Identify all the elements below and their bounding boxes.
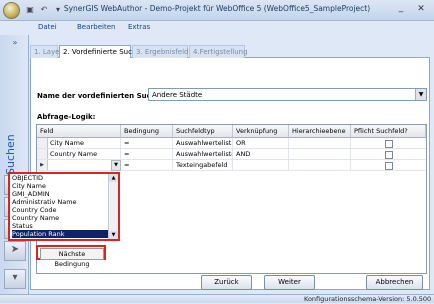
next-button[interactable]: Weiter [264,275,315,290]
list-item[interactable]: OBJECTID [12,174,110,182]
search-name-label: Name der vordefinierten Suche: [37,92,164,100]
table-row[interactable]: Country Name = Auswahlwerteliste AND [37,149,426,160]
back-button[interactable]: Zurück [201,275,252,290]
cell-hierarchieebene[interactable] [289,149,351,159]
status-bar: Konfigurationsschema-Version: 5.0.500 [0,294,434,303]
pflicht-checkbox[interactable] [385,140,393,148]
cell-bedingung[interactable]: = [121,149,173,159]
column-header-pflicht[interactable]: Pflicht Suchfeld? [351,125,426,138]
next-condition-highlight: Nächste Bedingung [36,245,106,268]
tab-fertigstellung[interactable]: 4.Fertigstellung [189,45,248,58]
cell-verknuepfung[interactable] [233,160,289,170]
collapse-sidebar-icon[interactable]: » [9,38,21,48]
tab-vordefinierte-suche[interactable]: 2. Vordefinierte Suche [59,45,141,59]
menu-extras[interactable]: Extras [128,23,150,31]
field-dropdown-list[interactable]: OBJECTID City Name GMI_ADMIN Administrat… [8,172,120,241]
cancel-button[interactable]: Abbrechen [366,275,423,290]
settings-icon[interactable]: ▾ [4,269,26,289]
cell-feld[interactable]: City Name [47,138,121,148]
column-header-bedingung[interactable]: Bedingung [121,125,173,138]
cell-bedingung[interactable]: = [121,138,173,148]
sidebar: » Suchen ◍ ▦ ⌕ ➤ ▾ [0,35,29,295]
list-item[interactable]: Country Name [12,214,110,222]
list-item-selected[interactable]: Population Rank [12,230,110,238]
sidebar-title: Suchen [4,125,24,175]
cell-verknuepfung[interactable]: AND [233,149,289,159]
list-item[interactable]: Status [12,222,110,230]
pflicht-checkbox[interactable] [385,162,393,170]
cell-verknuepfung[interactable]: OR [233,138,289,148]
scroll-up-icon[interactable]: ▲ [109,174,118,182]
cell-bedingung[interactable]: = [121,160,173,170]
tab-layer[interactable]: 1. Layer [30,45,62,58]
cell-feld[interactable] [47,160,121,170]
column-header-verknuepfung[interactable]: Verknüpfung [233,125,289,138]
sidebar-title-text: Suchen [4,134,17,175]
list-item[interactable]: Administrativ Name [12,198,110,206]
cell-suchfeldtyp[interactable]: Auswahlwerteliste [173,149,233,159]
menu-bar: Datei Bearbeiten Extras [0,21,434,35]
column-header-suchfeldtyp[interactable]: Suchfeldtyp [173,125,233,138]
minimize-button[interactable]: _ [396,4,406,14]
list-item[interactable]: City Name [12,182,110,190]
chevron-down-icon[interactable]: ▼ [415,89,426,100]
list-item[interactable]: GMI_ADMIN [12,190,110,198]
window-title: SynerGIS WebAuthor - Demo-Projekt für We… [63,4,371,13]
cell-feld[interactable]: Country Name [47,149,121,159]
pflicht-checkbox[interactable] [385,151,393,159]
query-logic-label: Abfrage-Logik: [37,113,96,121]
close-button[interactable]: ✕ [414,3,428,15]
cell-suchfeldtyp[interactable]: Auswahlwertelist... [173,138,233,148]
menu-bearbeiten[interactable]: Bearbeiten [77,23,115,31]
search-name-value: Andere Städte [152,91,203,99]
chevron-down-icon[interactable]: ▼ [111,160,121,171]
cell-hierarchieebene[interactable] [289,138,351,148]
search-name-select[interactable]: Andere Städte ▼ [148,88,427,101]
title-bar: ▣ ↶ ▾ SynerGIS WebAuthor - Demo-Projekt … [0,0,434,21]
cell-hierarchieebene[interactable] [289,160,351,170]
list-item[interactable]: Country Code [12,206,110,214]
cell-suchfeldtyp[interactable]: Texteingabefeld [173,160,233,170]
table-row[interactable]: City Name = Auswahlwertelist... OR [37,138,426,149]
list-scrollbar[interactable]: ▲ ▼ [108,174,118,239]
tab-ergebnisfelder[interactable]: 3. Ergebnisfelder [132,45,196,58]
pointer-icon[interactable]: ➤ [4,241,26,261]
scroll-down-icon[interactable]: ▼ [109,231,118,239]
wizard-tabs: 1. Layer 2. Vordefinierte Suche 3. Ergeb… [30,45,430,59]
table-row[interactable]: ▶ ▼ = Texteingabefeld [37,160,426,171]
menu-datei[interactable]: Datei [38,23,57,31]
column-header-feld[interactable]: Feld [37,125,121,138]
next-condition-button[interactable]: Nächste Bedingung [40,248,104,268]
column-header-hierarchieebene[interactable]: Hierarchieebene [289,125,351,138]
